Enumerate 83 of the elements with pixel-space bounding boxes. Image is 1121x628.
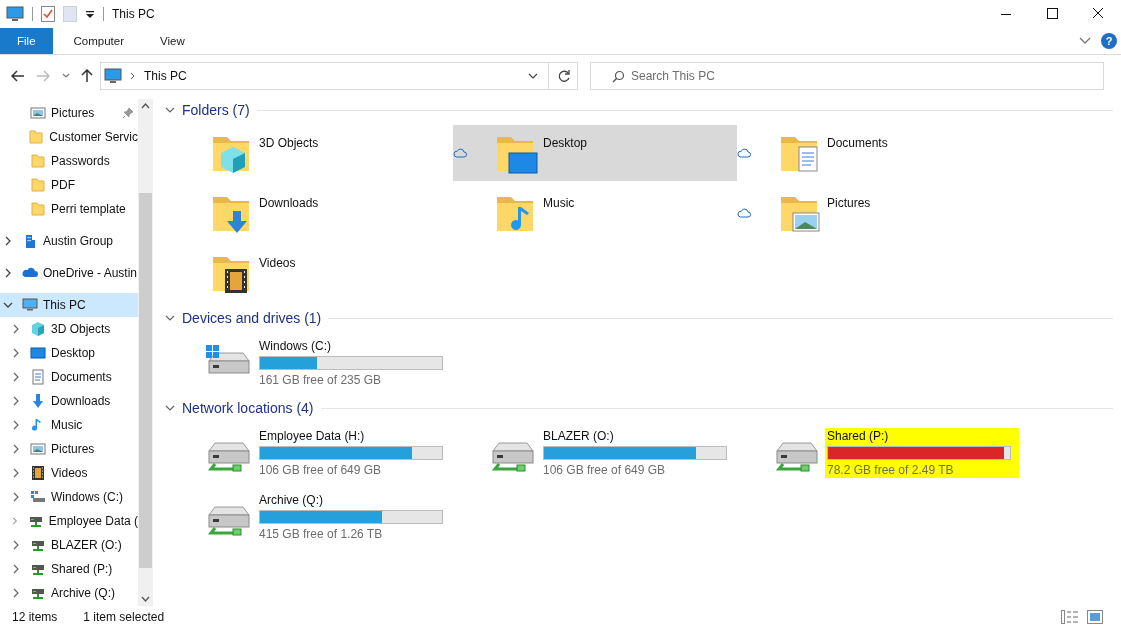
free-space: 106 GB free of 649 GB bbox=[543, 463, 666, 477]
free-space: 78.2 GB free of 2.49 TB bbox=[827, 463, 954, 477]
search-icon bbox=[612, 70, 625, 83]
sidebar-item[interactable]: Austin Group bbox=[0, 229, 138, 253]
tiles-view-icon[interactable] bbox=[1087, 610, 1103, 624]
breadcrumb[interactable]: This PC bbox=[144, 69, 187, 83]
chevron-down-icon[interactable] bbox=[62, 73, 70, 79]
sidebar-item[interactable]: Videos bbox=[0, 461, 138, 485]
drive-icon bbox=[30, 489, 46, 505]
chevron-down-icon[interactable] bbox=[528, 73, 538, 79]
drive-name: BLAZER (O:) bbox=[543, 429, 614, 443]
drive-tile[interactable]: Employee Data (H:) 106 GB free of 649 GB bbox=[205, 421, 489, 485]
picture-icon bbox=[30, 441, 46, 457]
computer-icon bbox=[22, 297, 38, 313]
sidebar-item[interactable]: This PC bbox=[0, 293, 138, 317]
search-field[interactable]: Search This PC bbox=[590, 62, 1104, 90]
sidebar-item[interactable]: Passwords bbox=[0, 149, 138, 173]
document-icon bbox=[30, 369, 46, 385]
sidebar-item[interactable]: Employee Data ( bbox=[0, 509, 138, 533]
selection-count: 1 item selected bbox=[83, 610, 165, 624]
sidebar-item[interactable]: Pictures bbox=[0, 437, 138, 461]
picture-icon bbox=[30, 105, 46, 121]
sidebar-item[interactable]: Documents bbox=[0, 365, 138, 389]
drive-tile[interactable]: Archive (Q:) 415 GB free of 1.26 TB bbox=[205, 485, 489, 549]
sidebar-item[interactable]: OneDrive - Austin bbox=[0, 261, 138, 285]
folder-tile[interactable]: Music bbox=[453, 185, 737, 241]
folder-tile[interactable]: Videos bbox=[169, 245, 453, 301]
sidebar-item[interactable]: Pictures bbox=[0, 101, 138, 125]
sidebar-item[interactable]: Archive (Q:) bbox=[0, 581, 138, 605]
drive-name: Shared (P:) bbox=[827, 429, 889, 443]
sidebar-item[interactable]: Perri template bbox=[0, 197, 138, 221]
sidebar-item[interactable]: BLAZER (O:) bbox=[0, 533, 138, 557]
drive-tile[interactable]: Windows (C:) 161 GB free of 235 GB bbox=[205, 331, 489, 395]
drive-name: Windows (C:) bbox=[259, 339, 331, 353]
group-header[interactable]: Folders (7) bbox=[182, 102, 250, 118]
folder-icon bbox=[30, 153, 46, 169]
sidebar-item[interactable]: Music bbox=[0, 413, 138, 437]
cube-icon bbox=[30, 321, 46, 337]
folder-tile[interactable]: 3D Objects bbox=[169, 125, 453, 181]
address-bar[interactable]: This PC bbox=[100, 62, 578, 90]
sidebar-item[interactable]: PDF bbox=[0, 173, 138, 197]
up-arrow-icon[interactable] bbox=[81, 69, 93, 83]
group-header[interactable]: Devices and drives (1) bbox=[182, 310, 322, 326]
pin-icon[interactable] bbox=[122, 107, 134, 119]
drive-name: Archive (Q:) bbox=[259, 493, 323, 507]
item-count: 12 items bbox=[12, 610, 58, 624]
chevron-down-icon[interactable] bbox=[165, 106, 175, 114]
folder-icon bbox=[28, 129, 45, 145]
sidebar-item[interactable]: Windows (C:) bbox=[0, 485, 138, 509]
properties-icon[interactable] bbox=[41, 6, 55, 22]
chevron-right-icon bbox=[130, 72, 136, 80]
film-icon bbox=[30, 465, 46, 481]
sidebar-item[interactable]: 3D Objects bbox=[0, 317, 138, 341]
refresh-icon[interactable] bbox=[557, 69, 571, 83]
folder-icon bbox=[30, 201, 46, 217]
ribbon-tab[interactable]: File bbox=[0, 28, 53, 54]
folder-tile[interactable]: Pictures bbox=[737, 185, 1021, 241]
monitor-icon bbox=[30, 345, 46, 361]
computer-icon bbox=[6, 6, 24, 22]
computer-icon bbox=[104, 68, 122, 84]
chevron-down-icon[interactable] bbox=[165, 314, 175, 322]
sidebar-item[interactable]: Customer Servic bbox=[0, 125, 138, 149]
details-view-icon[interactable] bbox=[1061, 610, 1079, 624]
folder-tile[interactable]: Desktop bbox=[453, 125, 737, 181]
dropdown-icon[interactable] bbox=[85, 9, 95, 19]
chevron-down-icon[interactable] bbox=[1079, 37, 1091, 45]
sidebar-item[interactable]: Shared (P:) bbox=[0, 557, 138, 581]
drive-name: Employee Data (H:) bbox=[259, 429, 365, 443]
sidebar-item[interactable]: Downloads bbox=[0, 389, 138, 413]
folder-tile[interactable]: Documents bbox=[737, 125, 1021, 181]
drive-tile[interactable]: BLAZER (O:) 106 GB free of 649 GB bbox=[489, 421, 773, 485]
folder-tile[interactable]: Downloads bbox=[169, 185, 453, 241]
window-title: This PC bbox=[112, 7, 155, 21]
free-space: 161 GB free of 235 GB bbox=[259, 373, 382, 387]
free-space: 106 GB free of 649 GB bbox=[259, 463, 382, 477]
group-header[interactable]: Network locations (4) bbox=[182, 400, 314, 416]
help-button[interactable]: ? bbox=[1101, 33, 1117, 49]
folder-icon bbox=[30, 177, 46, 193]
back-arrow-icon[interactable] bbox=[11, 70, 25, 82]
free-space: 415 GB free of 1.26 TB bbox=[259, 527, 383, 541]
chevron-down-icon[interactable] bbox=[165, 404, 175, 412]
scrollbar-thumb[interactable] bbox=[139, 193, 152, 568]
sidebar-item[interactable]: Desktop bbox=[0, 341, 138, 365]
